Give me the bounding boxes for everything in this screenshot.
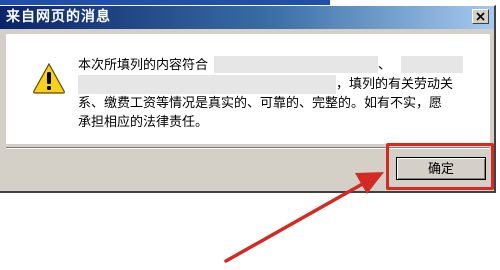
- message-line: ，填列的有关劳动关: [78, 75, 478, 94]
- dialog-title: 来自网页的消息: [6, 9, 111, 25]
- close-button[interactable]: [472, 9, 489, 24]
- ok-button[interactable]: 确定: [396, 157, 486, 180]
- warning-icon: [33, 62, 65, 94]
- message-line: 系、缴费工资等情况是真实的、可靠的、完整的。如有不实，愿: [78, 96, 443, 111]
- close-icon: [476, 12, 485, 21]
- redacted-text: [78, 75, 336, 94]
- message-line: 承担相应的法律责任。: [78, 115, 209, 130]
- dialog-title-bar[interactable]: 来自网页的消息: [0, 6, 494, 29]
- dialog-message: 本次所填列的内容符合 、 ，填列的有关劳动关 系、缴费工资等情况是真实的、可靠的、…: [78, 56, 478, 132]
- message-dialog: 来自网页的消息 本次所填列的内容符合 、 ，填列的有关劳动关 系、缴费工资等情况是…: [0, 5, 496, 193]
- page: 来自网页的消息 本次所填列的内容符合 、 ，填列的有关劳动关 系、缴费工资等情况是…: [0, 0, 500, 270]
- dialog-content: 本次所填列的内容符合 、 ，填列的有关劳动关 系、缴费工资等情况是真实的、可靠的、…: [6, 34, 490, 144]
- message-text: 、: [378, 58, 392, 73]
- message-text: ，填列的有关劳动关: [336, 77, 454, 92]
- redacted-text: [214, 56, 379, 73]
- redacted-text: [401, 56, 464, 73]
- message-text: 本次所填列的内容符合: [78, 58, 209, 73]
- message-line: 本次所填列的内容符合 、: [78, 56, 478, 75]
